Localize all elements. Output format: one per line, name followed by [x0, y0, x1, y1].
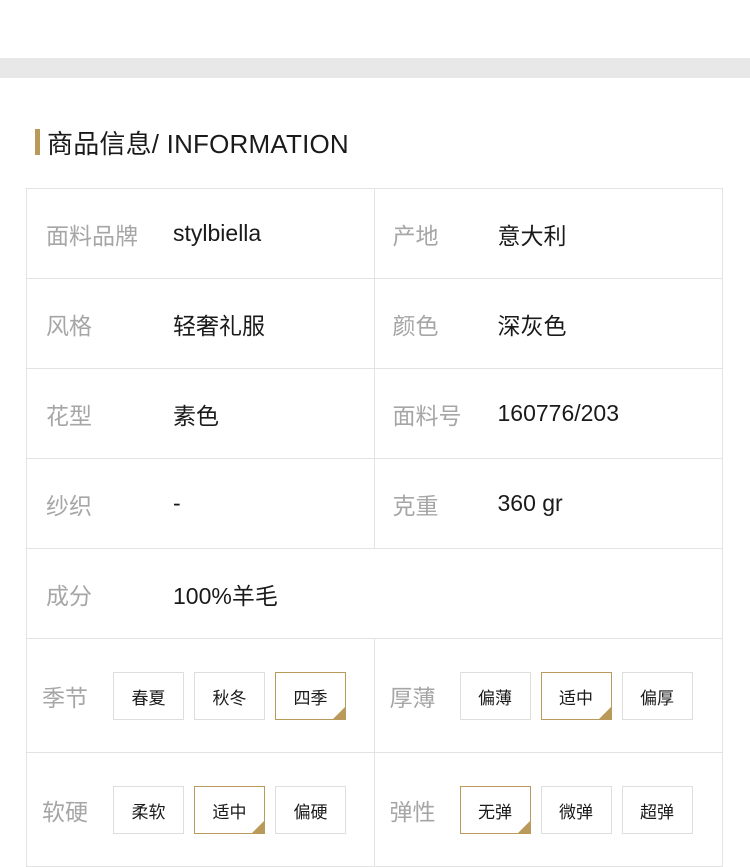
spec-value: stylbiella [173, 220, 262, 246]
spec-label: 产地 [392, 222, 439, 249]
spec-label: 花型 [46, 402, 92, 429]
option-thickness: 厚薄 偏薄 适中 偏厚 [375, 639, 723, 752]
spec-label: 颜色 [392, 312, 439, 339]
spec-style: 风格 轻奢礼服 [27, 279, 375, 368]
selected-corner-marker [597, 706, 612, 720]
table-row: 季节 春夏 秋冬 四季 厚薄 偏薄 适中 偏厚 [27, 639, 723, 753]
spec-pattern: 花型 素色 [27, 369, 375, 458]
product-info-table: 面料品牌 stylbiella 产地 意大利 风格 轻奢礼服 颜色 深灰色 花型… [26, 188, 723, 867]
section-header: 商品信息/ INFORMATION [35, 126, 349, 159]
spec-weight: 克重 360 gr [375, 459, 723, 548]
option-label: 软硬 [42, 798, 88, 825]
elasticity-option-slight[interactable]: 微弹 [540, 786, 612, 834]
spec-composition: 成分 100%羊毛 [27, 549, 723, 638]
option-label: 弹性 [389, 798, 436, 825]
option-elasticity: 弹性 无弹 微弹 超弹 [375, 753, 723, 866]
header-divider-band [0, 58, 750, 78]
spec-value: 深灰色 [497, 312, 567, 339]
spec-value: 轻奢礼服 [173, 312, 265, 339]
selected-corner-marker [516, 820, 531, 834]
table-row: 风格 轻奢礼服 颜色 深灰色 [27, 279, 723, 369]
elasticity-option-high[interactable]: 超弹 [621, 786, 693, 834]
spec-label: 面料品牌 [46, 222, 138, 249]
option-label: 季节 [42, 684, 88, 711]
spec-label: 纱织 [46, 492, 92, 519]
section-title: 商品信息/ INFORMATION [47, 128, 349, 159]
softness-option-firm[interactable]: 偏硬 [275, 786, 346, 834]
spec-weave: 纱织 - [27, 459, 375, 548]
elasticity-options: 无弹 微弹 超弹 [459, 786, 693, 834]
spec-label: 成分 [46, 582, 92, 609]
softness-option-medium[interactable]: 适中 [194, 786, 265, 834]
spec-label: 面料号 [392, 402, 462, 429]
spec-value: 100%羊毛 [173, 582, 278, 609]
table-row: 面料品牌 stylbiella 产地 意大利 [27, 189, 723, 279]
spec-origin: 产地 意大利 [375, 189, 723, 278]
spec-value: 素色 [173, 402, 219, 429]
season-option-all-seasons[interactable]: 四季 [275, 672, 346, 720]
spec-value: 意大利 [497, 222, 567, 249]
spec-fabric-no: 面料号 160776/203 [375, 369, 723, 458]
selected-corner-marker [332, 706, 346, 720]
softness-option-soft[interactable]: 柔软 [113, 786, 184, 834]
table-row: 软硬 柔软 适中 偏硬 弹性 无弹 微弹 超弹 [27, 753, 723, 867]
season-options: 春夏 秋冬 四季 [113, 672, 346, 720]
thickness-option-thin[interactable]: 偏薄 [459, 672, 531, 720]
season-option-spring-summer[interactable]: 春夏 [113, 672, 184, 720]
spec-fabric-brand: 面料品牌 stylbiella [27, 189, 375, 278]
season-option-autumn-winter[interactable]: 秋冬 [194, 672, 265, 720]
thickness-option-thick[interactable]: 偏厚 [621, 672, 693, 720]
spec-label: 克重 [392, 492, 439, 519]
thickness-option-medium[interactable]: 适中 [540, 672, 612, 720]
table-row: 成分 100%羊毛 [27, 549, 723, 639]
spec-label: 风格 [46, 312, 92, 339]
thickness-options: 偏薄 适中 偏厚 [459, 672, 693, 720]
spec-color: 颜色 深灰色 [375, 279, 723, 368]
elasticity-option-none[interactable]: 无弹 [459, 786, 531, 834]
softness-options: 柔软 适中 偏硬 [113, 786, 346, 834]
option-softness: 软硬 柔软 适中 偏硬 [27, 753, 375, 866]
table-row: 纱织 - 克重 360 gr [27, 459, 723, 549]
title-accent-bar [35, 129, 40, 155]
option-label: 厚薄 [389, 684, 436, 711]
selected-corner-marker [251, 820, 265, 834]
spec-value: 160776/203 [497, 400, 620, 426]
spec-value: 360 gr [497, 490, 563, 516]
spec-value: - [173, 490, 181, 516]
option-season: 季节 春夏 秋冬 四季 [27, 639, 375, 752]
table-row: 花型 素色 面料号 160776/203 [27, 369, 723, 459]
